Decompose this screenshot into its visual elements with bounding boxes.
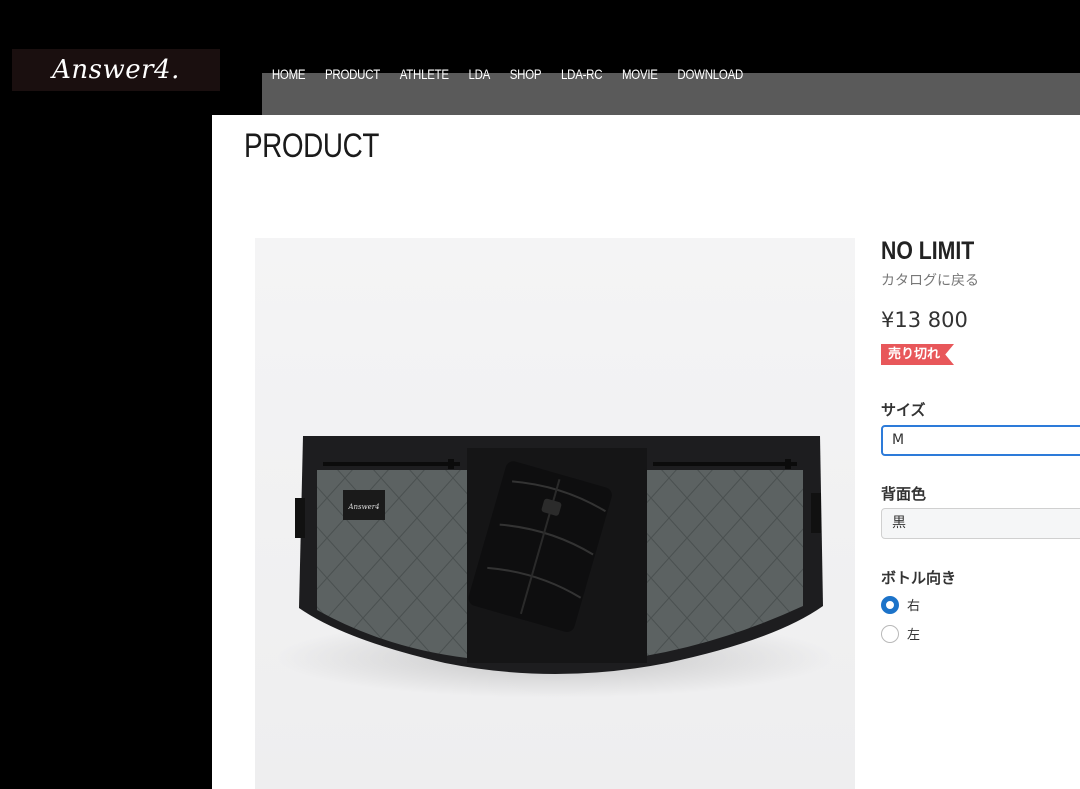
bottle-direction-option-left[interactable]: 左: [881, 624, 920, 643]
nav-lda[interactable]: LDA: [459, 66, 500, 82]
nav-lda-rc[interactable]: LDA-RC: [551, 66, 612, 82]
site-logo[interactable]: Answer4.: [12, 49, 220, 91]
logo-text: Answer4.: [52, 55, 180, 85]
back-color-select[interactable]: 黒: [881, 508, 1080, 539]
nav-home[interactable]: HOME: [262, 66, 315, 82]
waist-pack-illustration: Answer4: [275, 436, 835, 698]
content-panel: PRODUCT Answer4 NO LIMIT カタログに戻る ¥13 800…: [212, 115, 1080, 789]
product-image[interactable]: Answer4: [255, 238, 855, 789]
bottle-direction-label: ボトル向き: [881, 569, 957, 587]
main-nav: HOME PRODUCT ATHLETE LDA SHOP LDA-RC MOV…: [262, 62, 753, 86]
nav-movie[interactable]: MOVIE: [612, 66, 667, 82]
sold-out-badge: 売り切れ: [881, 344, 955, 365]
bottle-direction-option-right[interactable]: 右: [881, 595, 920, 614]
radio-label-right: 右: [907, 599, 921, 614]
nav-shop[interactable]: SHOP: [500, 66, 551, 82]
nav-athlete[interactable]: ATHLETE: [390, 66, 459, 82]
size-select[interactable]: M: [881, 425, 1080, 456]
back-color-value: 黒: [892, 515, 906, 531]
size-value: M: [892, 432, 905, 448]
product-price: ¥13 800: [881, 308, 968, 332]
back-color-label: 背面色: [881, 485, 927, 503]
nav-download[interactable]: DOWNLOAD: [668, 66, 753, 82]
product-name: NO LIMIT: [881, 237, 975, 265]
back-to-catalog-link[interactable]: カタログに戻る: [881, 270, 979, 290]
radio-button-unchecked[interactable]: [881, 624, 899, 643]
size-label: サイズ: [881, 401, 926, 419]
patch-logo-text: Answer4: [347, 503, 379, 511]
page-title: PRODUCT: [244, 127, 379, 165]
radio-label-left: 左: [907, 628, 921, 643]
page: Answer4. HOME PRODUCT ATHLETE LDA SHOP L…: [0, 0, 1080, 789]
nav-product[interactable]: PRODUCT: [315, 66, 390, 82]
radio-button-checked[interactable]: [881, 595, 899, 614]
